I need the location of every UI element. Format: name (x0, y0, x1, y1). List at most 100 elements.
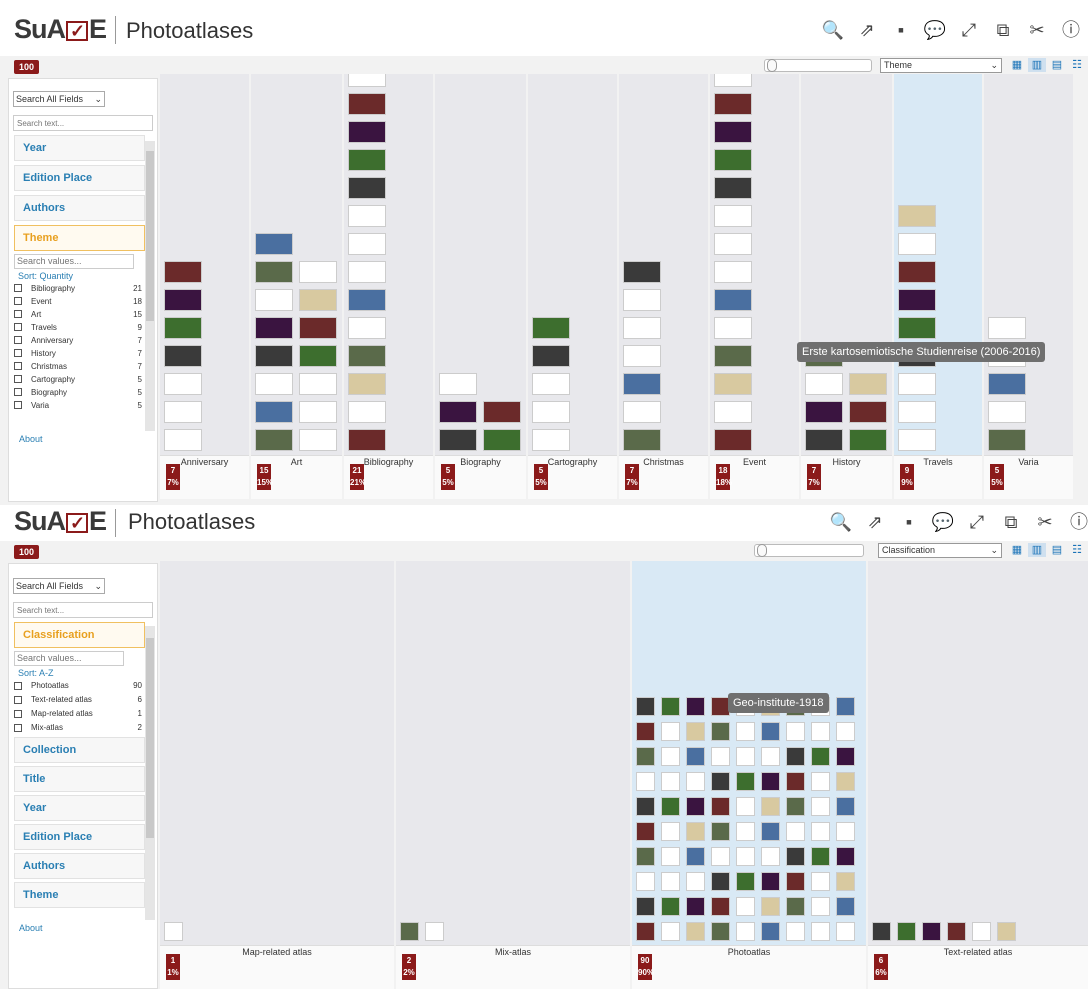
group-by-select[interactable]: Theme ⌄ (880, 57, 1002, 73)
thumbnail[interactable] (714, 74, 752, 87)
thumbnail[interactable] (898, 429, 936, 451)
search-icon[interactable]: 🔍 (816, 17, 850, 43)
facet-checkbox[interactable] (14, 375, 22, 383)
thumbnail[interactable] (532, 429, 570, 451)
thumbnail[interactable] (898, 401, 936, 423)
thumbnail[interactable] (714, 205, 752, 227)
save-icon[interactable]: ▪ (892, 509, 926, 535)
thumbnail[interactable] (532, 401, 570, 423)
thumbnail[interactable] (714, 177, 752, 199)
facet-sort-toggle[interactable]: Sort: Quantity (18, 271, 157, 281)
thumbnail[interactable] (761, 747, 780, 766)
scrollbar-thumb[interactable] (146, 638, 154, 838)
thumbnail[interactable] (348, 429, 386, 451)
thumbnail[interactable] (636, 697, 655, 716)
thumbnail[interactable] (661, 747, 680, 766)
facet-classification[interactable]: Classification (14, 622, 145, 648)
comment-icon[interactable]: 💬 (918, 17, 952, 43)
thumbnail[interactable] (811, 822, 830, 841)
tools-icon[interactable]: ✂ (1028, 509, 1062, 535)
thumbnail[interactable] (736, 897, 755, 916)
facet-sort-toggle[interactable]: Sort: A-Z (18, 668, 157, 678)
bucket-column[interactable]: Bibliography 21 21% (344, 74, 433, 499)
facet-value-row[interactable]: Event 18 (14, 295, 142, 307)
thumbnail[interactable] (786, 772, 805, 791)
thumbnail[interactable] (898, 373, 936, 395)
thumbnail[interactable] (714, 373, 752, 395)
thumbnail[interactable] (711, 872, 730, 891)
thumbnail[interactable] (898, 233, 936, 255)
facet-search-input[interactable] (14, 253, 134, 269)
facet-checkbox[interactable] (14, 284, 22, 292)
thumbnail[interactable] (439, 429, 477, 451)
thumbnail[interactable] (761, 897, 780, 916)
thumbnail[interactable] (811, 747, 830, 766)
thumbnail[interactable] (736, 822, 755, 841)
thumbnail[interactable] (761, 722, 780, 741)
bucket-column[interactable]: Varia 5 5% (984, 74, 1073, 499)
thumbnail[interactable] (623, 289, 661, 311)
bucket-column[interactable]: Cartography 5 5% (528, 74, 617, 499)
facet-value-row[interactable]: Varia 5 (14, 399, 142, 411)
thumbnail[interactable] (836, 697, 855, 716)
thumbnail[interactable] (836, 722, 855, 741)
search-field-select[interactable]: Search All Fields ⌄ (13, 578, 105, 594)
thumbnail[interactable] (736, 772, 755, 791)
thumbnail[interactable] (849, 429, 887, 451)
thumbnail[interactable] (623, 261, 661, 283)
thumbnail[interactable] (836, 872, 855, 891)
thumbnail[interactable] (164, 317, 202, 339)
facet-value-row[interactable]: Christmas 7 (14, 360, 142, 372)
facet-edition-place[interactable]: Edition Place (14, 165, 145, 191)
facet-checkbox[interactable] (14, 349, 22, 357)
thumbnail[interactable] (686, 772, 705, 791)
thumbnail[interactable] (711, 747, 730, 766)
thumbnail[interactable] (686, 897, 705, 916)
facet-checkbox[interactable] (14, 681, 22, 690)
thumbnail[interactable] (623, 401, 661, 423)
thumbnail[interactable] (761, 797, 780, 816)
thumbnail[interactable] (711, 772, 730, 791)
thumbnail[interactable] (898, 261, 936, 283)
thumbnail[interactable] (714, 233, 752, 255)
thumbnail[interactable] (299, 401, 337, 423)
bucket-column[interactable]: Travels 9 9% (894, 74, 982, 499)
thumbnail[interactable] (532, 317, 570, 339)
thumbnail[interactable] (255, 289, 293, 311)
thumbnail[interactable] (686, 722, 705, 741)
zoom-slider[interactable] (754, 543, 864, 557)
thumbnail[interactable] (255, 429, 293, 451)
thumbnail[interactable] (811, 772, 830, 791)
bucket-column[interactable]: Photoatlas 90 90% (632, 561, 866, 989)
thumbnail[interactable] (761, 872, 780, 891)
thumbnail[interactable] (836, 922, 855, 941)
thumbnail[interactable] (997, 922, 1016, 941)
thumbnail[interactable] (164, 261, 202, 283)
thumbnail[interactable] (636, 772, 655, 791)
thumbnail[interactable] (661, 922, 680, 941)
thumbnail[interactable] (483, 401, 521, 423)
thumbnail[interactable] (761, 847, 780, 866)
facet-checkbox[interactable] (14, 297, 22, 305)
info-icon[interactable]: ⓘ (1062, 509, 1088, 535)
about-link[interactable]: About (19, 434, 43, 444)
thumbnail[interactable] (636, 847, 655, 866)
facet-value-row[interactable]: Biography 5 (14, 386, 142, 398)
thumbnail[interactable] (686, 822, 705, 841)
thumbnail[interactable] (661, 722, 680, 741)
thumbnail[interactable] (714, 261, 752, 283)
facet-value-row[interactable]: History 7 (14, 347, 142, 359)
thumbnail[interactable] (164, 922, 183, 941)
thumbnail[interactable] (255, 233, 293, 255)
thumbnail[interactable] (532, 373, 570, 395)
bucket-column[interactable]: History 7 7% (801, 74, 892, 499)
group-by-select[interactable]: Classification ⌄ (878, 542, 1002, 558)
thumbnail[interactable] (872, 922, 891, 941)
bucket-column[interactable]: Anniversary 7 7% (160, 74, 249, 499)
thumbnail[interactable] (483, 429, 521, 451)
thumbnail[interactable] (714, 317, 752, 339)
thumbnail[interactable] (714, 401, 752, 423)
thumbnail[interactable] (532, 345, 570, 367)
thumbnail[interactable] (836, 772, 855, 791)
thumbnail[interactable] (711, 797, 730, 816)
